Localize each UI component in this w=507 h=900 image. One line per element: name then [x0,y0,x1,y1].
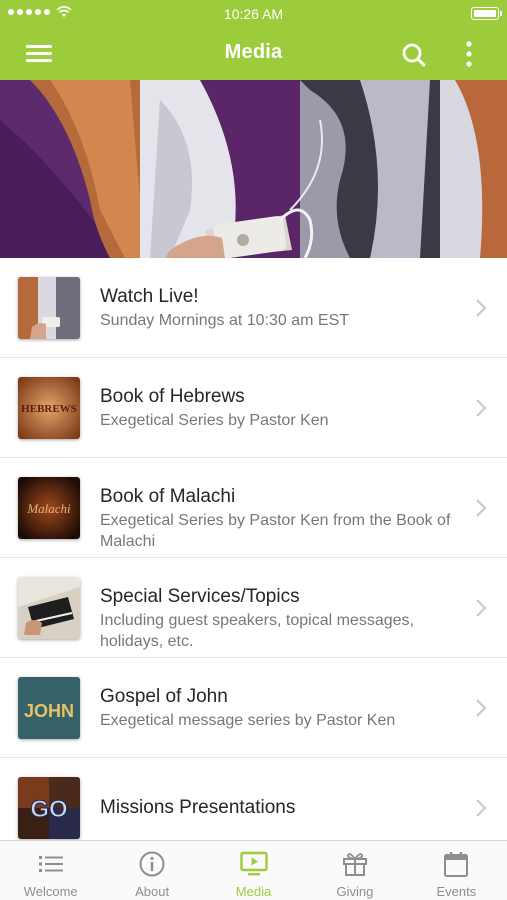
page-title: Media [224,41,283,63]
list-icon [38,856,63,872]
chevron-right-icon [476,599,487,617]
tab-label: Welcome [23,884,78,899]
tab-label: Media [235,884,272,899]
item-subtitle: Exegetical Series by Pastor Ken [100,412,329,429]
list-item-special-services[interactable]: Special Services/Topics Including guest … [0,558,507,658]
status-time: 10:26 AM [223,6,284,22]
tab-giving[interactable]: Giving [304,841,405,900]
item-title: Book of Malachi [100,486,236,507]
item-title: Special Services/Topics [100,586,300,607]
item-title: Book of Hebrews [100,386,245,407]
search-button[interactable] [399,40,429,70]
hebrews-thumbnail: HEBREWS [18,377,80,439]
special-services-thumbnail [18,577,80,639]
tv-play-icon [239,851,268,876]
tab-events[interactable]: Events [406,841,507,900]
watch-live-thumbnail [18,277,80,339]
item-subtitle: Exegetical message series by Pastor Ken [100,712,396,729]
search-icon [402,43,426,67]
item-subtitle: Exegetical Series by Pastor Ken from the… [100,512,451,550]
battery-icon [471,7,502,20]
calendar-icon [444,852,469,877]
item-title: Watch Live! [100,286,199,307]
chevron-right-icon [476,399,487,417]
more-options-button[interactable] [459,39,479,69]
chevron-right-icon [476,499,487,517]
john-thumbnail: JOHN [18,677,80,739]
tab-label: Giving [336,884,374,899]
chevron-right-icon [476,299,487,317]
gift-icon [342,853,367,876]
list-item-watch-live[interactable]: Watch Live! Sunday Mornings at 10:30 am … [0,258,507,358]
missions-thumb-text: GO [30,796,67,823]
hero-image [0,80,507,258]
tab-about[interactable]: About [101,841,202,900]
tab-media[interactable]: Media [203,841,304,900]
chevron-right-icon [476,799,487,817]
more-vertical-icon [466,41,472,67]
malachi-thumb-text: Malachi [26,501,71,516]
info-icon [139,851,165,877]
status-bar: 10:26 AM [0,0,507,28]
item-title: Missions Presentations [100,797,296,818]
item-title: Gospel of John [100,686,228,707]
item-subtitle: Sunday Mornings at 10:30 am EST [100,312,350,329]
tab-label: Events [436,884,477,899]
tab-label: About [135,884,170,899]
list-item-book-of-hebrews[interactable]: HEBREWS Book of Hebrews Exegetical Serie… [0,358,507,458]
tab-bar: Welcome About Media Giving Events [0,840,507,900]
malachi-thumbnail: Malachi [18,477,80,539]
item-subtitle: Including guest speakers, topical messag… [100,612,414,650]
list-item-missions-presentations[interactable]: GO Missions Presentations [0,758,507,840]
hebrews-thumb-text: HEBREWS [21,403,77,415]
app-header: Media [0,28,507,80]
list-item-book-of-malachi[interactable]: Malachi Book of Malachi Exegetical Serie… [0,458,507,558]
media-list: Watch Live! Sunday Mornings at 10:30 am … [0,258,507,840]
tab-welcome[interactable]: Welcome [0,841,101,900]
john-thumb-text: JOHN [24,701,74,721]
chevron-right-icon [476,699,487,717]
missions-thumbnail: GO [18,777,80,839]
list-item-gospel-of-john[interactable]: JOHN Gospel of John Exegetical message s… [0,658,507,758]
